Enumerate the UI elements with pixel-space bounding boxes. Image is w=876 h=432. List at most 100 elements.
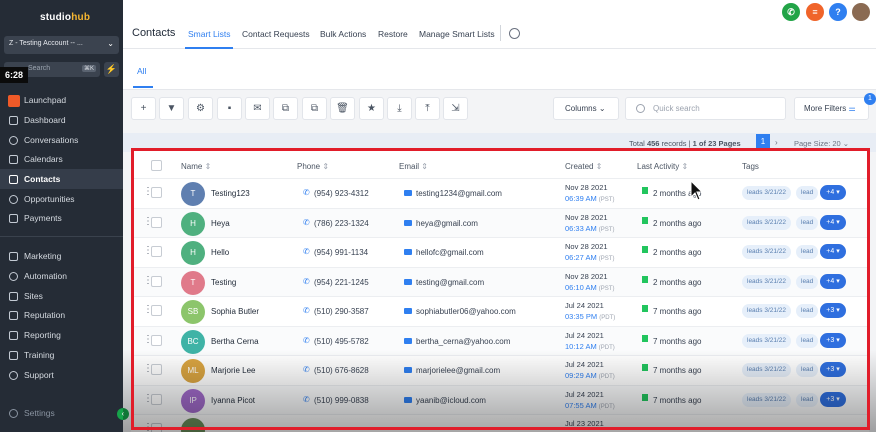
more-tags-button[interactable]: +3 ▾ — [820, 333, 846, 348]
column-header-created[interactable]: Created ⇕ — [565, 162, 602, 171]
next-page-icon[interactable]: › — [775, 138, 778, 147]
sidebar-item-marketing[interactable]: Marketing — [0, 246, 123, 266]
merge-icon[interactable]: ⇲ — [443, 97, 468, 120]
sidebar-item-settings[interactable]: Settings — [0, 403, 123, 423]
row-checkbox[interactable] — [151, 394, 162, 405]
contact-phone[interactable]: (954) 923-4312 — [314, 189, 369, 198]
account-switcher[interactable]: Z - Testing Account -- ... ⌄ — [4, 36, 119, 54]
gear-icon[interactable] — [509, 28, 520, 39]
contact-name[interactable]: Bertha Cerna — [211, 337, 259, 346]
upload-icon[interactable]: ⤒ — [415, 97, 440, 120]
table-row[interactable]: ⋮ T Testing123 ✆ (954) 923-4312 testing1234@g… — [131, 178, 869, 207]
sidebar-item-automation[interactable]: Automation — [0, 266, 123, 286]
sidebar-item-training[interactable]: Training — [0, 345, 123, 365]
contact-name[interactable]: Testing — [211, 278, 236, 287]
sidebar-item-reporting[interactable]: Reporting — [0, 325, 123, 345]
table-row[interactable]: ⋮ Jul 23 2021 — [131, 414, 869, 432]
select-all-checkbox[interactable] — [151, 160, 162, 171]
more-tags-button[interactable]: +4 ▾ — [820, 244, 846, 259]
contact-email[interactable]: heya@gmail.com — [416, 219, 478, 228]
sidebar-item-support[interactable]: Support — [0, 365, 123, 385]
user-avatar[interactable] — [852, 3, 870, 21]
contact-email[interactable]: bertha_cerna@yahoo.com — [416, 337, 510, 346]
more-tags-button[interactable]: +3 ▾ — [820, 303, 846, 318]
help-icon[interactable]: ? — [829, 3, 847, 21]
mail-icon[interactable]: ✉ — [245, 97, 270, 120]
contact-email[interactable]: yaanib@icloud.com — [416, 396, 486, 405]
contact-phone[interactable]: (954) 221-1245 — [314, 278, 369, 287]
contact-name[interactable]: Hello — [211, 248, 229, 257]
row-checkbox[interactable] — [151, 187, 162, 198]
table-row[interactable]: ⋮ ML Marjorie Lee ✆ (510) 676-8628 marjoriele… — [131, 355, 869, 384]
tab-contact-requests[interactable]: Contact Requests — [242, 29, 310, 39]
row-checkbox[interactable] — [151, 276, 162, 287]
columns-dropdown[interactable]: Columns ⌄ — [553, 97, 619, 120]
more-tags-button[interactable]: +3 ▾ — [820, 392, 846, 407]
list-icon[interactable]: ≡ — [806, 3, 824, 21]
column-header-phone[interactable]: Phone ⇕ — [297, 162, 329, 171]
table-row[interactable]: ⋮ IP Iyanna Picot ✆ (510) 999-0838 yaanib@icl… — [131, 385, 869, 414]
clipboard-remove-icon[interactable]: ⧉ — [302, 97, 327, 120]
contact-phone[interactable]: (510) 290-3587 — [314, 307, 369, 316]
sidebar-item-payments[interactable]: Payments — [0, 208, 123, 228]
sidebar-collapse-button[interactable]: ‹ — [117, 408, 129, 420]
contact-phone[interactable]: (954) 991-1134 — [314, 248, 368, 257]
tab-all[interactable]: All — [137, 66, 146, 76]
table-row[interactable]: ⋮ SB Sophia Butler ✆ (510) 290-3587 sophiabut… — [131, 296, 869, 325]
row-checkbox[interactable] — [151, 335, 162, 346]
tab-manage-smart-lists[interactable]: Manage Smart Lists — [419, 29, 495, 39]
contact-name[interactable]: Marjorie Lee — [211, 366, 255, 375]
row-checkbox[interactable] — [151, 246, 162, 257]
more-tags-button[interactable]: +4 ▾ — [820, 215, 846, 230]
add-contact-button[interactable]: + — [131, 97, 156, 120]
contact-phone[interactable]: (510) 999-0838 — [314, 396, 369, 405]
column-header-name[interactable]: Name ⇕ — [181, 162, 211, 171]
sidebar-item-contacts[interactable]: Contacts — [0, 169, 123, 189]
table-row[interactable]: ⋮ T Testing ✆ (954) 221-1245 testing@gmail.co… — [131, 267, 869, 296]
more-tags-button[interactable]: +3 ▾ — [820, 362, 846, 377]
star-icon[interactable]: ★ — [359, 97, 384, 120]
robot-icon[interactable]: ⚙ — [188, 97, 213, 120]
page-button-current[interactable]: 1 — [756, 134, 770, 150]
contact-name[interactable]: Testing123 — [211, 189, 250, 198]
contact-name[interactable]: Iyanna Picot — [211, 396, 255, 405]
more-filters-button[interactable]: More Filters ⚌ — [794, 97, 869, 120]
contact-name[interactable]: Sophia Butler — [211, 307, 259, 316]
column-header-last-activity[interactable]: Last Activity ⇕ — [637, 162, 688, 171]
contact-email[interactable]: sophiabutler06@yahoo.com — [416, 307, 516, 316]
more-tags-button[interactable]: +4 ▾ — [820, 274, 846, 289]
tab-restore[interactable]: Restore — [378, 29, 408, 39]
sidebar-item-reputation[interactable]: Reputation — [0, 305, 123, 325]
table-row[interactable]: ⋮ BC Bertha Cerna ✆ (510) 495-5782 bertha_cer… — [131, 326, 869, 355]
contact-phone[interactable]: (786) 223-1324 — [314, 219, 369, 228]
tab-smart-lists[interactable]: Smart Lists — [188, 29, 231, 39]
contact-email[interactable]: hellofc@gmail.com — [416, 248, 484, 257]
contact-phone[interactable]: (510) 495-5782 — [314, 337, 369, 346]
trash-icon[interactable]: 🗑 — [330, 97, 355, 120]
row-checkbox[interactable] — [151, 423, 162, 432]
column-header-email[interactable]: Email ⇕ — [399, 162, 428, 171]
filter-icon[interactable]: ▼ — [159, 97, 184, 120]
sidebar-item-calendars[interactable]: Calendars — [0, 149, 123, 169]
row-checkbox[interactable] — [151, 305, 162, 316]
contact-email[interactable]: marjorielee@gmail.com — [416, 366, 500, 375]
row-checkbox[interactable] — [151, 217, 162, 228]
contact-name[interactable]: Heya — [211, 219, 230, 228]
sidebar-item-dashboard[interactable]: Dashboard — [0, 110, 123, 130]
table-row[interactable]: ⋮ H Hello ✆ (954) 991-1134 hellofc@gmail.com N… — [131, 237, 869, 266]
sidebar-item-opportunities[interactable]: Opportunities — [0, 189, 123, 209]
more-tags-button[interactable]: +4 ▾ — [820, 185, 846, 200]
message-icon[interactable]: ▪ — [217, 97, 242, 120]
contact-email[interactable]: testing1234@gmail.com — [416, 189, 502, 198]
table-row[interactable]: ⋮ H Heya ✆ (786) 223-1324 heya@gmail.com Nov 2… — [131, 208, 869, 237]
contact-phone[interactable]: (510) 676-8628 — [314, 366, 369, 375]
page-size-select[interactable]: Page Size: 20 ⌄ — [794, 139, 849, 148]
sidebar-item-launchpad[interactable]: Launchpad — [0, 90, 123, 110]
clipboard-add-icon[interactable]: ⧉ — [273, 97, 298, 120]
tab-bulk-actions[interactable]: Bulk Actions — [320, 29, 366, 39]
quick-search-input[interactable]: Quick search — [625, 97, 786, 120]
lightning-icon[interactable]: ⚡ — [104, 62, 119, 77]
phone-icon[interactable]: ✆ — [782, 3, 800, 21]
download-icon[interactable]: ⤓ — [387, 97, 412, 120]
contact-email[interactable]: testing@gmail.com — [416, 278, 484, 287]
